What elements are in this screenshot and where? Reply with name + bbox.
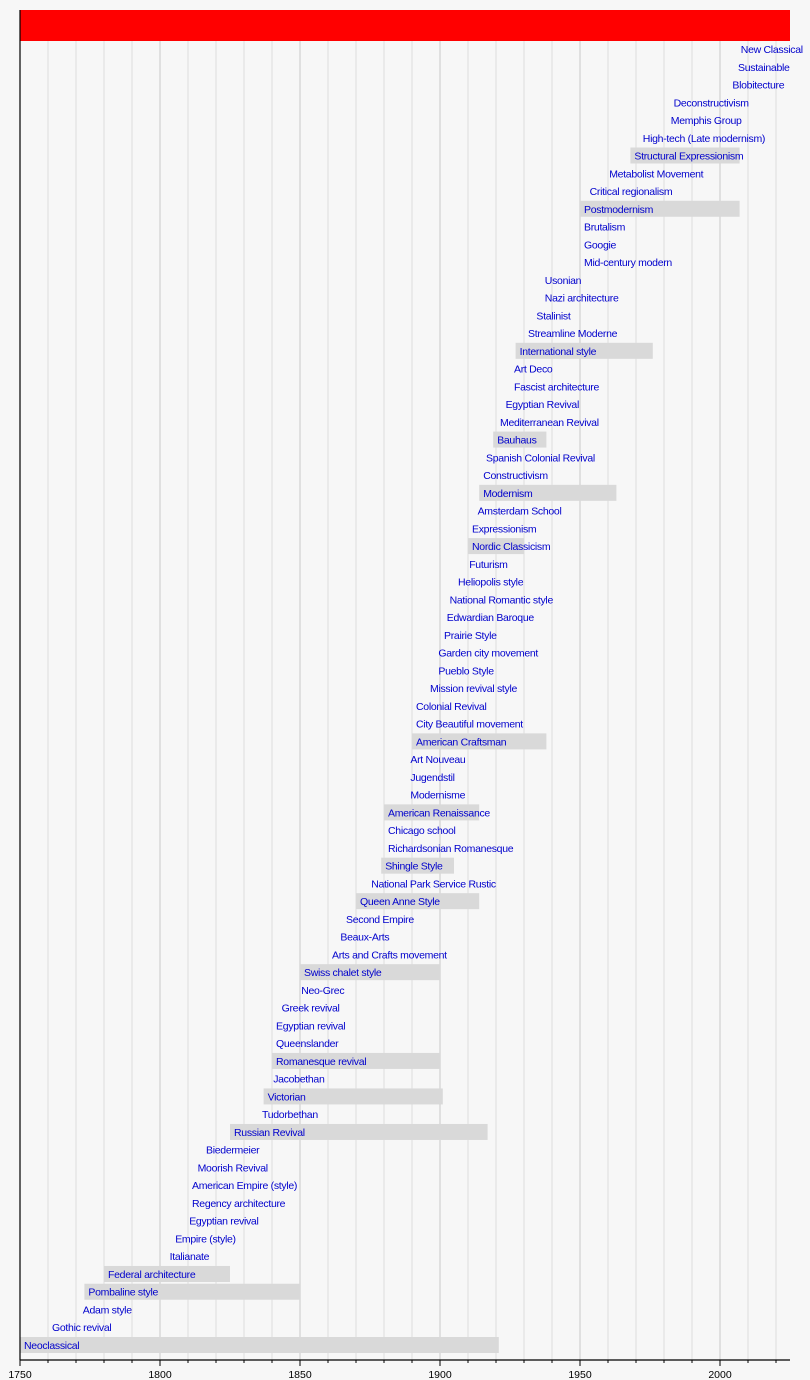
style-label[interactable]: Spanish Colonial Revival [486, 452, 595, 464]
architecture-timeline-chart: New Classical Sustainable Blobitecture Deco… [8, 10, 803, 1380]
style-label[interactable]: Pombaline style [88, 1287, 158, 1299]
style-label[interactable]: Swiss chalet style [304, 967, 382, 979]
style-label[interactable]: Greek revival [282, 1003, 340, 1015]
style-label[interactable]: Mid-century modern [584, 257, 673, 269]
style-labels: New Classical Sustainable Blobitecture Deco… [24, 44, 803, 1352]
style-label[interactable]: Usonian [545, 275, 582, 287]
style-label[interactable]: Egyptian Revival [506, 399, 580, 411]
style-label[interactable]: Edwardian Baroque [447, 612, 535, 624]
x-tick-label: 1900 [428, 1369, 452, 1380]
style-label[interactable]: Egyptian revival [276, 1020, 346, 1032]
style-label[interactable]: National Park Service Rustic [371, 878, 496, 890]
style-label[interactable]: Biedermeier [206, 1145, 260, 1157]
style-label[interactable]: Gothic revival [52, 1322, 112, 1334]
style-label[interactable]: Expressionism [472, 523, 537, 535]
x-tick-label: 1850 [288, 1369, 312, 1380]
style-label[interactable]: Tudorbethan [262, 1109, 319, 1121]
style-label[interactable]: Pueblo Style [438, 665, 494, 677]
style-label[interactable]: Streamline Moderne [528, 328, 618, 340]
style-label[interactable]: Blobitecture [732, 80, 785, 92]
style-label[interactable]: Fascist architecture [514, 381, 600, 393]
style-label[interactable]: High-tech (Late modernism) [643, 133, 766, 145]
style-label[interactable]: Chicago school [388, 825, 456, 837]
header-bar [20, 10, 790, 41]
style-label[interactable]: Richardsonian Romanesque [388, 843, 514, 855]
period-bar [20, 1337, 499, 1353]
style-label[interactable]: Constructivism [483, 470, 548, 482]
style-label[interactable]: Postmodernism [584, 204, 654, 216]
period-bars [20, 147, 740, 1353]
style-label[interactable]: Italianate [170, 1251, 210, 1263]
style-label[interactable]: Stalinist [536, 310, 571, 322]
style-label[interactable]: American Empire (style) [192, 1180, 297, 1192]
style-label[interactable]: Garden city movement [438, 648, 538, 660]
style-label[interactable]: Memphis Group [671, 115, 743, 127]
style-label[interactable]: Second Empire [346, 914, 415, 926]
style-label[interactable]: Jugendstil [410, 772, 455, 784]
x-tick-label: 2000 [708, 1369, 732, 1380]
style-label[interactable]: New Classical [741, 44, 803, 56]
grid-lines [47, 41, 777, 1360]
style-label[interactable]: Prairie Style [444, 630, 497, 642]
style-label[interactable]: Metabolist Movement [609, 168, 704, 180]
style-label[interactable]: Futurism [469, 559, 508, 571]
style-label[interactable]: Bauhaus [497, 435, 537, 447]
style-label[interactable]: American Renaissance [388, 807, 491, 819]
style-label[interactable]: Critical regionalism [590, 186, 674, 198]
style-label[interactable]: Modernism [483, 488, 533, 500]
style-label[interactable]: City Beautiful movement [416, 719, 524, 731]
style-label[interactable]: Heliopolis style [458, 577, 524, 589]
style-label[interactable]: Colonial Revival [416, 701, 487, 713]
style-label[interactable]: Mission revival style [430, 683, 518, 695]
style-label[interactable]: Federal architecture [108, 1269, 196, 1281]
style-label[interactable]: Queenslander [276, 1038, 339, 1050]
style-label[interactable]: International style [520, 346, 597, 358]
style-label[interactable]: National Romantic style [450, 594, 554, 606]
style-label[interactable]: Art Nouveau [410, 754, 466, 766]
style-label[interactable]: Beaux-Arts [340, 932, 389, 944]
style-label[interactable]: Neoclassical [24, 1340, 80, 1352]
style-label[interactable]: Regency architecture [192, 1198, 286, 1210]
x-tick-label: 1750 [8, 1369, 32, 1380]
style-label[interactable]: Russian Revival [234, 1127, 305, 1139]
style-label[interactable]: Empire (style) [175, 1233, 236, 1245]
style-label[interactable]: Amsterdam School [478, 506, 562, 518]
style-label[interactable]: Shingle Style [385, 861, 443, 873]
style-label[interactable]: Victorian [268, 1091, 307, 1103]
x-axis-ticks: 1750 1800 1850 1900 1950 2000 [8, 1360, 777, 1380]
style-label[interactable]: American Craftsman [416, 736, 507, 748]
style-label[interactable]: Modernisme [410, 790, 466, 802]
style-label[interactable]: Sustainable [738, 62, 790, 74]
style-label[interactable]: Brutalism [584, 222, 626, 234]
style-label[interactable]: Romanesque revival [276, 1056, 367, 1068]
style-label[interactable]: Googie [584, 239, 617, 251]
style-label[interactable]: Nazi architecture [545, 293, 619, 305]
style-label[interactable]: Structural Expressionism [634, 151, 744, 163]
style-label[interactable]: Adam style [83, 1304, 133, 1316]
style-label[interactable]: Nordic Classicism [472, 541, 551, 553]
style-label[interactable]: Deconstructivism [674, 97, 750, 109]
x-tick-label: 1950 [568, 1369, 592, 1380]
style-label[interactable]: Neo-Grec [301, 985, 344, 997]
style-label[interactable]: Egyptian revival [189, 1216, 259, 1228]
style-label[interactable]: Arts and Crafts movement [332, 949, 447, 961]
style-label[interactable]: Mediterranean Revival [500, 417, 599, 429]
style-label[interactable]: Jacobethan [273, 1074, 325, 1086]
x-tick-label: 1800 [148, 1369, 172, 1380]
style-label[interactable]: Art Deco [514, 364, 553, 376]
style-label[interactable]: Moorish Revival [198, 1162, 269, 1174]
style-label[interactable]: Queen Anne Style [360, 896, 441, 908]
